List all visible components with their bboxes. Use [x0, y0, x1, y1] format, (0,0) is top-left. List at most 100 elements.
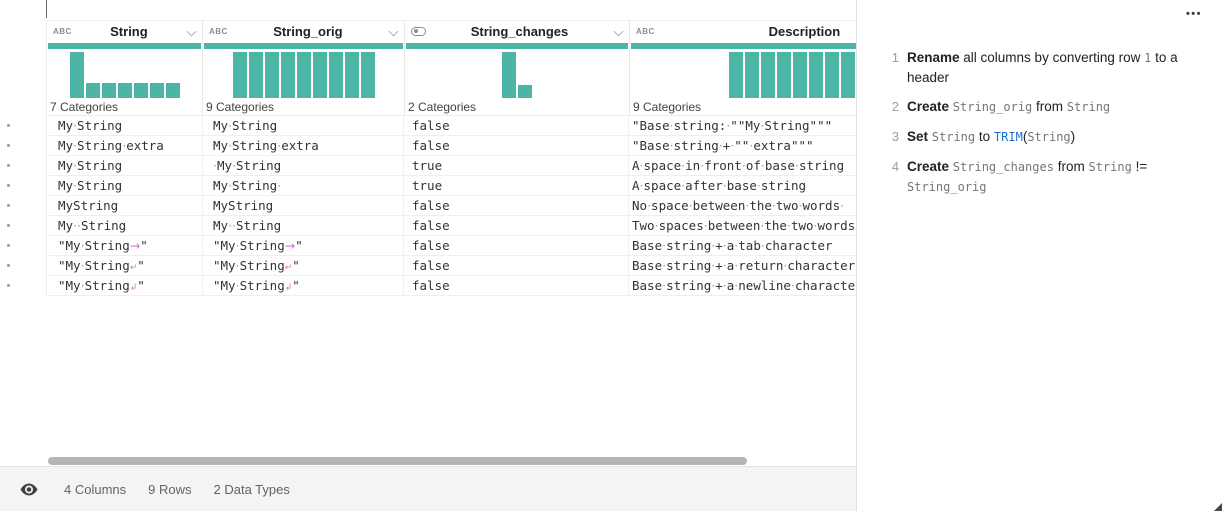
- table-row: "My·String↲" "My·String↲" false Base·string…: [46, 276, 856, 296]
- histogram-bar[interactable]: [149, 83, 164, 98]
- cell[interactable]: My·String: [46, 176, 203, 195]
- cell[interactable]: My··String: [46, 216, 203, 235]
- cell[interactable]: A·space·after·base·string: [629, 176, 856, 195]
- histogram-bar[interactable]: [69, 52, 84, 98]
- histogram-bar[interactable]: [165, 83, 180, 98]
- cell[interactable]: false: [404, 276, 629, 295]
- column-header[interactable]: ABC String_orig: [203, 20, 404, 43]
- cell[interactable]: My·String: [203, 116, 404, 135]
- cell[interactable]: false: [404, 236, 629, 255]
- recipe-steps: 1 Rename all columns by converting row 1 …: [857, 0, 1222, 197]
- cell[interactable]: Base·string·+·a·newline·character: [629, 276, 856, 295]
- histogram-bar[interactable]: [841, 52, 855, 98]
- histogram-bar[interactable]: [312, 52, 327, 98]
- column-header[interactable]: String_changes: [405, 20, 629, 43]
- cell[interactable]: true: [404, 156, 629, 175]
- histogram-bar[interactable]: [248, 52, 263, 98]
- cell[interactable]: Base·string·+·a·tab·character: [629, 236, 856, 255]
- column-header[interactable]: ABC String: [47, 20, 202, 43]
- histogram-bar[interactable]: [518, 85, 532, 98]
- histogram-bar[interactable]: [85, 83, 100, 98]
- whitespace-marker: ·: [771, 198, 776, 213]
- cell[interactable]: Two·spaces·between·the·two·words: [629, 216, 856, 235]
- column-header[interactable]: ABC Description: [630, 20, 856, 43]
- row-marker[interactable]: [7, 264, 10, 267]
- cell[interactable]: "Base·string:·""My·String""": [629, 116, 856, 135]
- cell[interactable]: "My·String→": [46, 236, 203, 255]
- histogram-bar[interactable]: [296, 52, 311, 98]
- chevron-down-icon[interactable]: [613, 27, 623, 37]
- cell[interactable]: Base·string·+·a·return·character: [629, 256, 856, 275]
- recipe-step[interactable]: 4 Create String_changes from String != St…: [887, 157, 1192, 197]
- row-marker[interactable]: [7, 284, 10, 287]
- cell[interactable]: false: [404, 136, 629, 155]
- whitespace-marker: ·: [235, 258, 240, 273]
- histogram-bar[interactable]: [729, 52, 743, 98]
- cell[interactable]: My·String·extra: [203, 136, 404, 155]
- recipe-step[interactable]: 3 Set String to TRIM(String): [887, 127, 1192, 147]
- histogram-bar[interactable]: [761, 52, 775, 98]
- row-marker[interactable]: [7, 164, 10, 167]
- histogram-bar[interactable]: [328, 52, 343, 98]
- cell[interactable]: MyString: [46, 196, 203, 215]
- row-marker[interactable]: [7, 244, 10, 247]
- recipe-step[interactable]: 2 Create String_orig from String: [887, 97, 1192, 117]
- cell[interactable]: My·String: [46, 116, 203, 135]
- cell[interactable]: MyString: [203, 196, 404, 215]
- cell[interactable]: "Base·string·+·""·extra""": [629, 136, 856, 155]
- recipe-step[interactable]: 1 Rename all columns by converting row 1 …: [887, 48, 1192, 87]
- column-histogram[interactable]: [405, 49, 629, 98]
- whitespace-marker: ·: [711, 238, 716, 253]
- row-marker[interactable]: [7, 124, 10, 127]
- histogram-bar[interactable]: [344, 52, 359, 98]
- whitespace-marker: ·: [722, 278, 727, 293]
- histogram-bar[interactable]: [117, 83, 132, 98]
- row-marker[interactable]: [7, 184, 10, 187]
- eye-icon[interactable]: [20, 483, 38, 496]
- histogram-bar[interactable]: [793, 52, 807, 98]
- cell[interactable]: A·space·in·front·of·base·string: [629, 156, 856, 175]
- row-marker[interactable]: [7, 224, 10, 227]
- histogram-bar[interactable]: [360, 52, 375, 98]
- histogram-bar[interactable]: [809, 52, 823, 98]
- cell[interactable]: false: [404, 116, 629, 135]
- cell[interactable]: My·String: [46, 156, 203, 175]
- resize-grip[interactable]: [1214, 503, 1222, 511]
- cell[interactable]: No·space·between·the·two·words·: [629, 196, 856, 215]
- histogram-bar[interactable]: [280, 52, 295, 98]
- histogram-bar[interactable]: [502, 52, 516, 98]
- cell[interactable]: ·My·String: [203, 156, 404, 175]
- whitespace-marker: ·: [783, 258, 788, 273]
- column-histogram[interactable]: [203, 49, 404, 98]
- cell[interactable]: "My·String↲": [203, 276, 404, 295]
- histogram-bar[interactable]: [232, 52, 247, 98]
- whitespace-marker: ·: [741, 158, 746, 173]
- chevron-down-icon[interactable]: [186, 27, 196, 37]
- row-marker[interactable]: [7, 144, 10, 147]
- kebab-menu-icon[interactable]: •••: [1186, 8, 1202, 20]
- cell[interactable]: My·String·extra: [46, 136, 203, 155]
- cell[interactable]: My··String: [203, 216, 404, 235]
- cell[interactable]: false: [404, 216, 629, 235]
- cell[interactable]: My·String·: [203, 176, 404, 195]
- whitespace-marker: ·: [813, 218, 818, 233]
- histogram-bar[interactable]: [745, 52, 759, 98]
- cell[interactable]: "My·String↵": [46, 256, 203, 275]
- column-histogram[interactable]: [47, 49, 202, 98]
- cell[interactable]: "My·String→": [203, 236, 404, 255]
- cell[interactable]: false: [404, 256, 629, 275]
- histogram-bar[interactable]: [101, 83, 116, 98]
- cell[interactable]: false: [404, 196, 629, 215]
- cell[interactable]: "My·String↲": [46, 276, 203, 295]
- cell[interactable]: "My·String↵": [203, 256, 404, 275]
- histogram-bar[interactable]: [825, 52, 839, 98]
- whitespace-marker: ·: [749, 138, 754, 153]
- histogram-bar[interactable]: [264, 52, 279, 98]
- horizontal-scrollbar[interactable]: [48, 457, 747, 465]
- column-histogram[interactable]: [630, 49, 856, 98]
- cell[interactable]: true: [404, 176, 629, 195]
- histogram-bar[interactable]: [777, 52, 791, 98]
- histogram-bar[interactable]: [133, 83, 148, 98]
- row-marker[interactable]: [7, 204, 10, 207]
- chevron-down-icon[interactable]: [388, 27, 398, 37]
